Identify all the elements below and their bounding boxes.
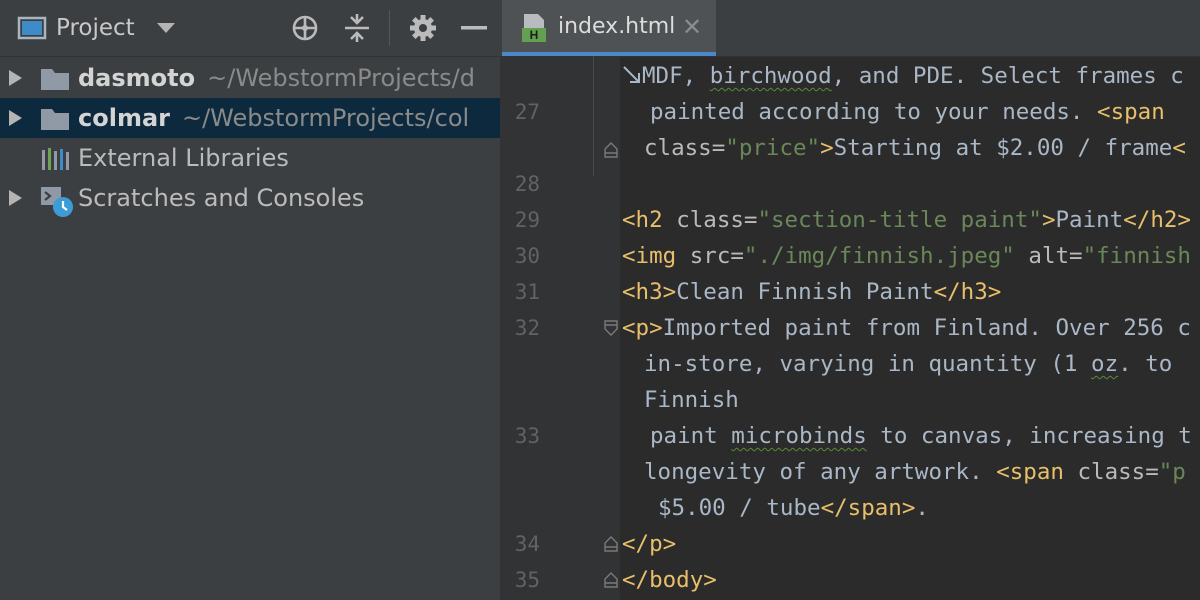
folder-icon [40,106,70,132]
tree-item-label: External Libraries [78,144,289,172]
code-line: <h3>Clean Finnish Paint</h3> [622,279,1002,305]
code-line: class="price">Starting at $2.00 / frame< [644,135,1186,161]
fold-end-icon[interactable] [604,572,618,588]
code-line: MDF, birchwood, and PDE. Select frames c [642,63,1184,89]
tab-label: index.html [558,14,676,39]
gear-icon[interactable] [404,0,442,56]
dropdown-chevron-icon[interactable] [152,0,180,56]
code-line: longevity of any artwork. <span class="p [644,459,1186,485]
close-icon[interactable]: ✕ [682,12,702,42]
line-number: 31 [514,280,540,304]
tree-item-dasmoto[interactable]: dasmoto ~/WebstormProjects/d [0,58,500,98]
line-number: 32 [514,316,540,340]
line-number: 28 [514,172,540,196]
fold-end-icon[interactable] [604,536,618,552]
minimize-icon[interactable] [456,0,492,56]
editor-pane: H index.html ✕ 27 28 29 30 31 32 33 34 3… [500,0,1200,600]
code-line: </p> [622,531,677,557]
html-file-icon: H [518,12,550,48]
svg-text:H: H [530,28,539,42]
scratches-icon [40,186,73,217]
line-number: 29 [514,208,540,232]
code-line: <img src="./img/finnish.jpeg" alt="finni… [622,243,1191,269]
folder-icon [40,66,70,92]
project-panel-header: Project [0,0,500,57]
line-number: 30 [514,244,540,268]
line-number: 27 [514,100,540,124]
code-line: </body> [622,567,717,593]
project-panel: Project dasmoto ~/WebstormProjects/d col… [0,0,500,600]
project-view-icon[interactable] [12,0,52,56]
collapse-all-icon[interactable] [338,0,376,56]
code-line: painted according to your needs. <span [650,99,1165,125]
line-number: 34 [514,532,540,556]
ide-window: Project dasmoto ~/WebstormProjects/d col… [0,0,1200,600]
expand-arrow-icon[interactable] [6,68,24,88]
code-line: in-store, varying in quantity (1 oz. to [644,351,1173,377]
code-area[interactable]: 27 28 29 30 31 32 33 34 35 MDF, birchwoo… [500,56,1200,600]
tab-index-html[interactable]: H index.html ✕ [502,0,716,56]
fold-start-icon[interactable] [604,320,618,336]
code-line: <h2 class="section-title paint">Paint</h… [622,207,1191,233]
code-line: <p>Imported paint from Finland. Over 256… [622,315,1191,341]
header-divider [389,10,390,46]
indent-guide [593,56,594,176]
tree-item-colmar[interactable]: colmar ~/WebstormProjects/col [0,98,500,138]
tree-item-scratches-and-consoles[interactable]: Scratches and Consoles [0,178,500,218]
line-number: 35 [514,568,540,592]
tree-item-path: ~/WebstormProjects/d [207,64,476,92]
fold-end-icon[interactable] [604,142,618,158]
expand-arrow-icon[interactable] [6,188,24,208]
locate-icon[interactable] [286,0,324,56]
code-line: paint microbinds to canvas, increasing t [650,423,1192,449]
tree-item-external-libraries[interactable]: External Libraries [0,138,500,178]
tree-item-path: ~/WebstormProjects/col [181,104,470,132]
tree-item-label: dasmoto [78,64,196,92]
tree-item-label: colmar [78,104,170,132]
expand-arrow-icon[interactable] [6,108,24,128]
code-line: $5.00 / tube</span>. [658,495,929,521]
libraries-icon [40,146,70,172]
code-line: Finnish [644,387,739,413]
editor-tab-bar: H index.html ✕ [500,0,1200,57]
tree-item-label: Scratches and Consoles [78,184,365,212]
line-number: 33 [514,424,540,448]
soft-wrap-icon [622,64,644,92]
project-panel-title[interactable]: Project [56,13,135,43]
